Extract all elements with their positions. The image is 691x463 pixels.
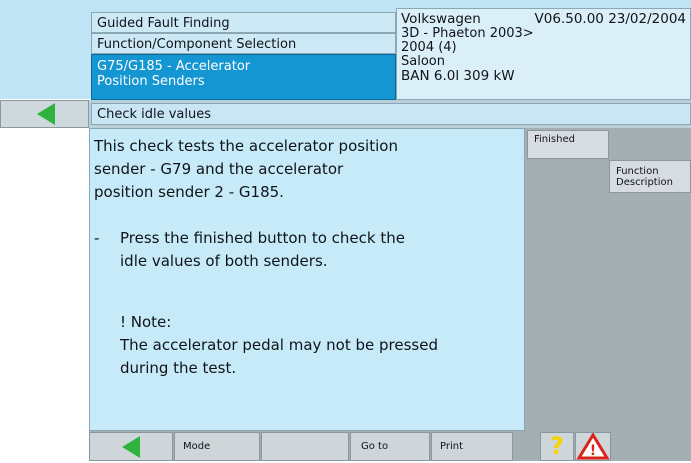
warning-button[interactable]: !: [575, 432, 611, 461]
function-description-line1: Function: [616, 166, 659, 177]
note-line: The accelerator pedal may not be pressed: [120, 336, 438, 354]
function-description-line2: Description: [616, 177, 673, 188]
note-line: during the test.: [120, 359, 237, 377]
bullet-line: idle values of both senders.: [120, 252, 328, 270]
goto-button[interactable]: Go to: [350, 432, 430, 461]
help-icon[interactable]: ?: [540, 432, 574, 461]
vehicle-info-panel: Volkswagen V06.50.00 23/02/2004 3D - Pha…: [396, 8, 691, 100]
active-crumb-line1: G75/G185 - Accelerator: [97, 59, 251, 74]
breadcrumb-function-selection[interactable]: Function/Component Selection: [91, 33, 396, 54]
note-block: ! Note: The accelerator pedal may not be…: [94, 311, 524, 380]
bullet-dash: -: [94, 229, 100, 247]
back-arrow-icon: [122, 436, 140, 458]
finished-button[interactable]: Finished: [527, 130, 609, 159]
toolbar-spacer-button[interactable]: [261, 432, 349, 461]
intro-line: This check tests the accelerator positio…: [94, 137, 398, 155]
vehicle-model: 3D - Phaeton 2003>: [401, 26, 534, 41]
breadcrumb-guided-fault-finding[interactable]: Guided Fault Finding: [91, 12, 396, 33]
warning-icon: !: [576, 432, 610, 460]
mode-button[interactable]: Mode: [174, 432, 260, 461]
function-description-button[interactable]: Function Description: [609, 160, 691, 193]
back-button[interactable]: [0, 100, 89, 128]
instruction-bullet: - Press the finished button to check the…: [94, 227, 524, 273]
vehicle-engine: BAN 6.0l 309 kW: [401, 68, 515, 84]
vehicle-year: 2004 (4): [401, 40, 457, 55]
back-arrow-icon: [37, 103, 55, 125]
print-button[interactable]: Print: [431, 432, 513, 461]
bullet-line: Press the finished button to check the: [120, 229, 405, 247]
instruction-panel: This check tests the accelerator positio…: [89, 128, 525, 431]
intro-line: sender - G79 and the accelerator: [94, 160, 344, 178]
bottom-back-button[interactable]: [89, 432, 173, 461]
page-title: Check idle values: [91, 103, 691, 125]
breadcrumb-active-component[interactable]: G75/G185 - Accelerator Position Senders: [91, 54, 396, 100]
software-version: V06.50.00 23/02/2004: [534, 11, 686, 27]
vehicle-make: Volkswagen: [401, 11, 481, 27]
note-heading: ! Note:: [120, 313, 172, 331]
active-crumb-line2: Position Senders: [97, 74, 205, 89]
warning-glyph: !: [590, 443, 596, 459]
vehicle-body: Saloon: [401, 54, 445, 69]
intro-line: position sender 2 - G185.: [94, 183, 284, 201]
